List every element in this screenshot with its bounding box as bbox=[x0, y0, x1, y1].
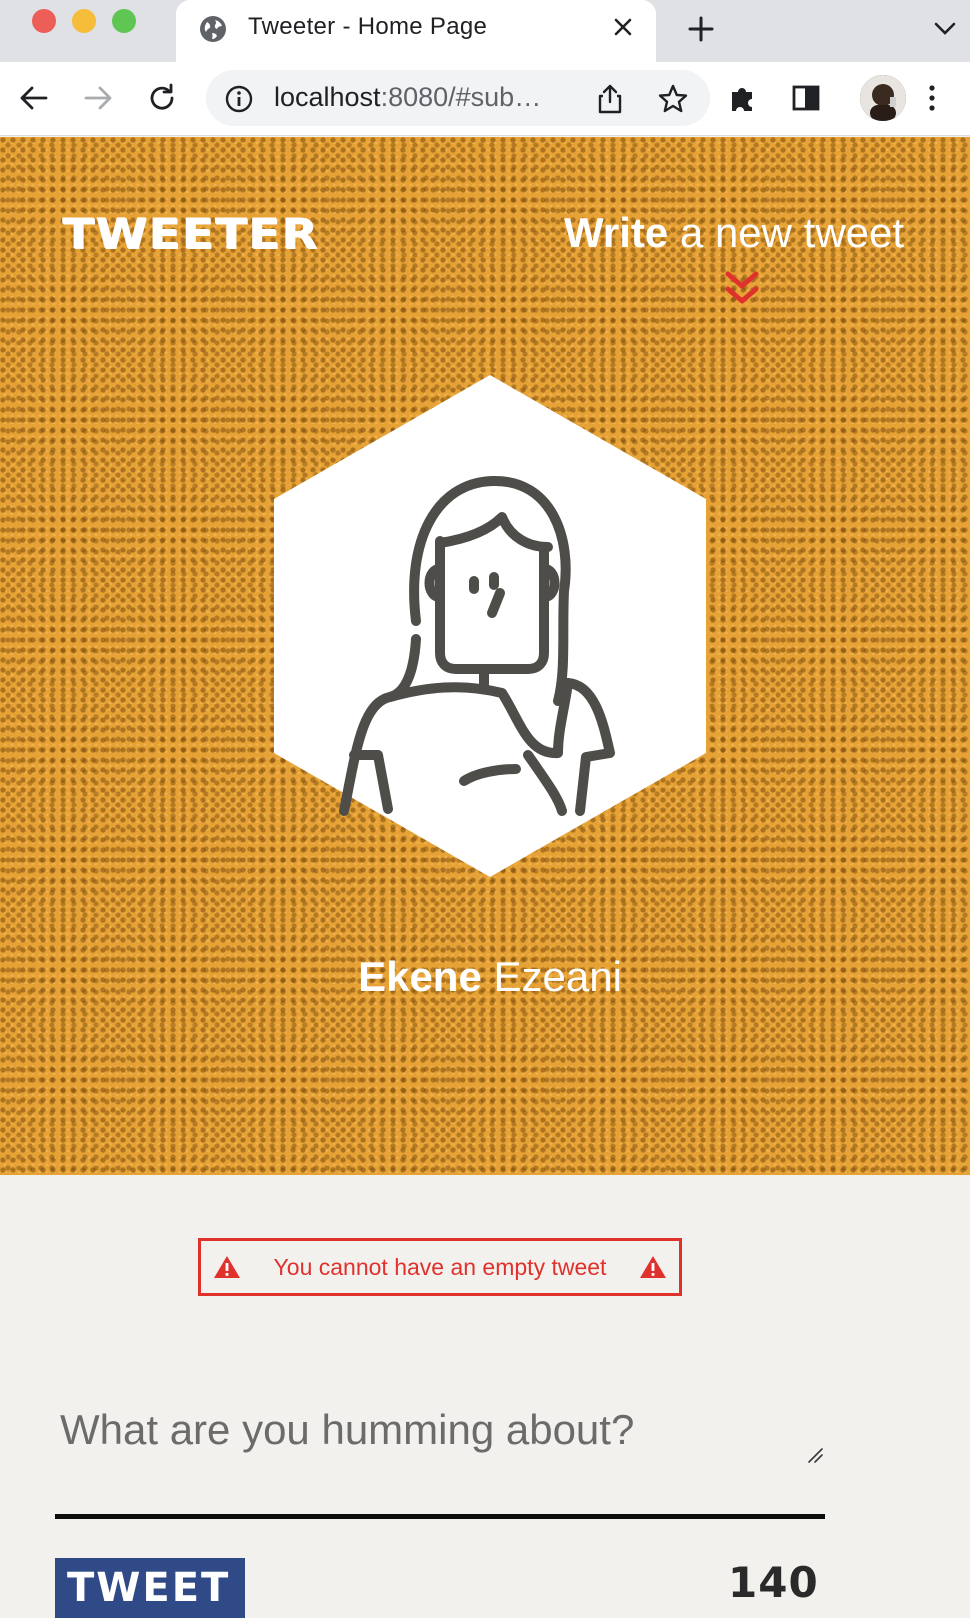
new-tab-plus-icon[interactable] bbox=[684, 12, 718, 46]
minimize-window-button[interactable] bbox=[72, 9, 96, 33]
resize-handle-icon[interactable] bbox=[806, 1446, 824, 1464]
error-message-text: You cannot have an empty tweet bbox=[273, 1254, 607, 1280]
profile-name: Ekene Ezeani bbox=[358, 953, 622, 1000]
error-message-box: You cannot have an empty tweet bbox=[198, 1238, 682, 1296]
warning-triangle-icon bbox=[640, 1256, 666, 1278]
chevron-down-icon[interactable] bbox=[930, 16, 960, 42]
reload-icon[interactable] bbox=[144, 80, 180, 116]
browser-tab-active[interactable]: Tweeter - Home Page bbox=[176, 0, 656, 62]
browser-tab-strip: Tweeter - Home Page bbox=[0, 0, 970, 62]
browser-toolbar: localhost:8080/#sub… bbox=[0, 62, 970, 136]
site-logo[interactable]: TWEETER bbox=[62, 209, 319, 258]
url-text[interactable]: localhost:8080/#sub… bbox=[274, 82, 541, 113]
maximize-window-button[interactable] bbox=[112, 9, 136, 33]
side-panel-icon[interactable] bbox=[788, 80, 824, 116]
share-icon[interactable] bbox=[594, 82, 626, 116]
textarea-underline bbox=[55, 1514, 825, 1519]
globe-icon bbox=[200, 16, 226, 42]
close-window-button[interactable] bbox=[32, 9, 56, 33]
character-counter: 140 bbox=[728, 1558, 819, 1607]
extensions-puzzle-icon[interactable] bbox=[724, 80, 760, 116]
avatar-photo-icon bbox=[860, 75, 906, 121]
tweet-submit-button[interactable]: TWEET bbox=[55, 1558, 245, 1618]
back-arrow-icon[interactable] bbox=[16, 80, 52, 116]
tweet-textarea[interactable] bbox=[56, 1398, 826, 1508]
address-bar[interactable]: localhost:8080/#sub… bbox=[206, 70, 710, 126]
profile-avatar[interactable] bbox=[860, 75, 906, 121]
write-new-tweet-link[interactable]: Write a new tweet bbox=[564, 209, 904, 257]
tab-title: Tweeter - Home Page bbox=[248, 13, 488, 40]
profile-hero: TWEETER Write a new tweet Ekene Ezeani bbox=[0, 137, 970, 1175]
close-icon[interactable] bbox=[608, 12, 638, 42]
double-chevron-down-icon[interactable] bbox=[722, 269, 762, 311]
forward-arrow-icon[interactable] bbox=[80, 80, 116, 116]
more-menu-icon[interactable] bbox=[914, 80, 950, 116]
site-info-icon[interactable] bbox=[224, 84, 254, 114]
avatar-hexagon bbox=[274, 375, 706, 877]
bookmark-star-icon[interactable] bbox=[656, 82, 690, 116]
